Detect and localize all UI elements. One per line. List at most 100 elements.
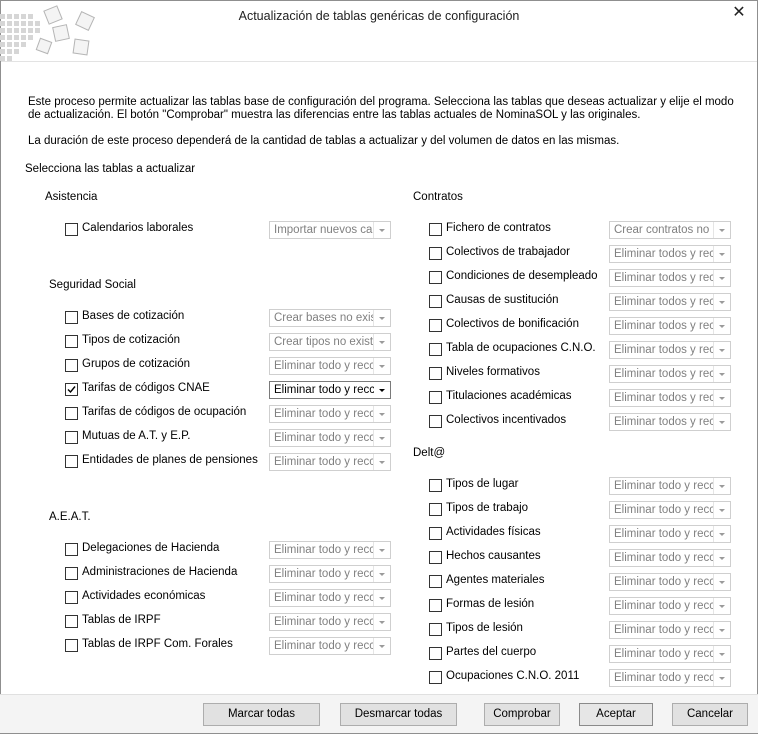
table-label: Grupos de cotización: [82, 358, 191, 370]
group-title-contratos: Contratos: [413, 191, 463, 203]
update-mode-select[interactable]: Eliminar todo y recc: [269, 453, 391, 471]
update-mode-select[interactable]: Crear bases no exist: [269, 309, 391, 327]
update-mode-select[interactable]: Eliminar todos y rec: [609, 317, 731, 335]
update-mode-select[interactable]: Eliminar todos y rec: [609, 341, 731, 359]
update-mode-select[interactable]: Eliminar todo y recc: [609, 621, 731, 639]
update-mode-select[interactable]: Eliminar todo y recc: [609, 501, 731, 519]
table-row: Bases de cotización: [65, 308, 263, 328]
table-checkbox[interactable]: [65, 543, 78, 556]
update-mode-select[interactable]: Eliminar todo y recc: [609, 645, 731, 663]
update-mode-value: Eliminar todos y rec: [614, 296, 714, 308]
chevron-down-icon: [713, 526, 730, 542]
update-mode-select[interactable]: Eliminar todos y rec: [609, 365, 731, 383]
close-icon[interactable]: ✕: [728, 3, 750, 23]
table-checkbox[interactable]: [65, 615, 78, 628]
table-checkbox[interactable]: [65, 455, 78, 468]
table-checkbox[interactable]: [65, 407, 78, 420]
chevron-down-icon: [373, 542, 390, 558]
update-mode-select[interactable]: Eliminar todo y recc: [609, 573, 731, 591]
update-mode-select[interactable]: Eliminar todo y recc: [269, 565, 391, 583]
table-checkbox[interactable]: [429, 415, 442, 428]
update-mode-select[interactable]: Importar nuevos cal: [269, 221, 391, 239]
update-mode-select[interactable]: Eliminar todos y rec: [609, 245, 731, 263]
table-row: Tabla de ocupaciones C.N.O.: [429, 340, 603, 360]
chevron-down-icon: [373, 310, 390, 326]
table-checkbox[interactable]: [429, 271, 442, 284]
table-row: Tablas de IRPF Com. Forales: [65, 636, 263, 656]
table-row: Actividades físicas: [429, 524, 603, 544]
accept-button[interactable]: Aceptar: [579, 703, 653, 726]
update-mode-select[interactable]: Eliminar todo y recc: [609, 549, 731, 567]
update-mode-select[interactable]: Crear contratos no: [609, 221, 731, 239]
check-button[interactable]: Comprobar: [484, 703, 560, 726]
chevron-down-icon: [373, 358, 390, 374]
table-checkbox[interactable]: [65, 223, 78, 236]
table-checkbox[interactable]: [65, 383, 78, 396]
group-title-asistencia: Asistencia: [45, 191, 98, 203]
update-mode-select[interactable]: Eliminar todo y recc: [269, 613, 391, 631]
table-checkbox[interactable]: [429, 599, 442, 612]
update-mode-select[interactable]: Eliminar todo y recc: [269, 589, 391, 607]
update-mode-value: Eliminar todo y recc: [614, 480, 714, 492]
table-checkbox[interactable]: [429, 551, 442, 564]
update-mode-select[interactable]: Eliminar todos y rec: [609, 389, 731, 407]
table-checkbox[interactable]: [429, 575, 442, 588]
update-mode-select[interactable]: Eliminar todo y recc: [269, 429, 391, 447]
update-mode-select[interactable]: Eliminar todo y recc: [609, 597, 731, 615]
update-mode-select[interactable]: Eliminar todos y rec: [609, 293, 731, 311]
table-checkbox[interactable]: [429, 623, 442, 636]
chevron-down-icon: [713, 502, 730, 518]
table-checkbox[interactable]: [429, 343, 442, 356]
update-mode-select[interactable]: Eliminar todo y recc: [609, 477, 731, 495]
table-checkbox[interactable]: [65, 567, 78, 580]
table-checkbox[interactable]: [429, 295, 442, 308]
table-checkbox[interactable]: [429, 319, 442, 332]
update-mode-select[interactable]: Eliminar todo y recc: [609, 525, 731, 543]
select-tables-label: Selecciona las tablas a actualizar: [25, 163, 196, 175]
table-checkbox[interactable]: [429, 527, 442, 540]
table-row: Calendarios laborales: [65, 220, 263, 240]
update-mode-value: Eliminar todos y rec: [614, 416, 714, 428]
table-checkbox[interactable]: [429, 223, 442, 236]
table-label: Delegaciones de Hacienda: [82, 542, 220, 554]
table-checkbox[interactable]: [429, 391, 442, 404]
table-label: Tabla de ocupaciones C.N.O.: [446, 342, 596, 354]
update-mode-value: Eliminar todos y rec: [614, 344, 714, 356]
table-checkbox[interactable]: [429, 671, 442, 684]
table-row: Actividades económicas: [65, 588, 263, 608]
update-mode-select[interactable]: Eliminar todo y recc: [269, 637, 391, 655]
update-mode-select[interactable]: Eliminar todo y recc: [269, 381, 391, 399]
table-checkbox[interactable]: [429, 247, 442, 260]
update-mode-select[interactable]: Crear tipos no exist: [269, 333, 391, 351]
update-mode-select[interactable]: Eliminar todo y recc: [269, 541, 391, 559]
chevron-down-icon: [713, 270, 730, 286]
table-checkbox[interactable]: [65, 311, 78, 324]
mark-all-button[interactable]: Marcar todas: [203, 703, 320, 726]
table-checkbox[interactable]: [65, 431, 78, 444]
update-mode-select[interactable]: Eliminar todo y recc: [609, 669, 731, 687]
table-checkbox[interactable]: [65, 591, 78, 604]
table-checkbox[interactable]: [65, 639, 78, 652]
update-mode-select[interactable]: Eliminar todos y rec: [609, 413, 731, 431]
table-checkbox[interactable]: [429, 479, 442, 492]
table-checkbox[interactable]: [65, 335, 78, 348]
update-mode-select[interactable]: Eliminar todo y recc: [269, 405, 391, 423]
update-mode-select[interactable]: Eliminar todos y rec: [609, 269, 731, 287]
update-mode-select[interactable]: Eliminar todo y recc: [269, 357, 391, 375]
update-mode-value: Eliminar todo y recc: [274, 432, 374, 444]
update-mode-value: Eliminar todo y recc: [274, 640, 374, 652]
table-label: Hechos causantes: [446, 550, 541, 562]
chevron-down-icon: [713, 342, 730, 358]
unmark-all-button[interactable]: Desmarcar todas: [340, 703, 457, 726]
table-row: Delegaciones de Hacienda: [65, 540, 263, 560]
group-title-delta: Delt@: [413, 447, 446, 459]
table-label: Calendarios laborales: [82, 222, 194, 234]
update-mode-value: Eliminar todo y recc: [274, 568, 374, 580]
cancel-button[interactable]: Cancelar: [672, 703, 748, 726]
table-checkbox[interactable]: [429, 503, 442, 516]
update-mode-value: Eliminar todos y rec: [614, 248, 714, 260]
table-checkbox[interactable]: [429, 647, 442, 660]
table-row: Tarifas de códigos de ocupación: [65, 404, 263, 424]
table-checkbox[interactable]: [65, 359, 78, 372]
table-checkbox[interactable]: [429, 367, 442, 380]
